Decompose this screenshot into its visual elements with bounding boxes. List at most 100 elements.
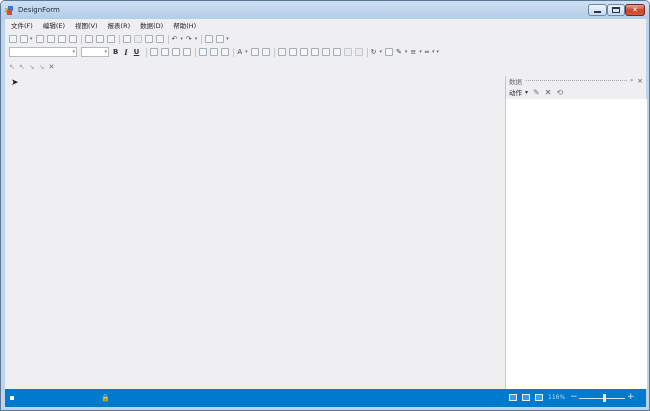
zoom-out-icon[interactable]: − xyxy=(570,392,578,402)
line-style-icon[interactable] xyxy=(385,48,394,56)
rotate-icon[interactable]: ↻ xyxy=(371,48,377,56)
minimize-icon xyxy=(594,11,601,13)
font-color-icon[interactable]: A xyxy=(237,48,242,56)
align-rights-icon[interactable] xyxy=(310,48,319,56)
maximize-icon xyxy=(612,7,620,13)
align-right-icon[interactable] xyxy=(172,48,181,56)
dash-dropdown-icon[interactable]: ▾ xyxy=(432,49,435,55)
font-color-dropdown-icon[interactable]: ▾ xyxy=(245,49,248,55)
same-size-icon[interactable] xyxy=(332,48,341,56)
spacing-icon[interactable] xyxy=(343,48,352,56)
chevron-down-icon: ▾ xyxy=(104,49,107,55)
valign-top-icon[interactable] xyxy=(199,48,208,56)
size-to-grid-icon[interactable] xyxy=(321,48,330,56)
menu-edit[interactable]: 编辑(E) xyxy=(43,20,65,30)
format-painter-icon[interactable] xyxy=(155,35,164,43)
export-icon[interactable] xyxy=(106,35,115,43)
align-to-grid-icon[interactable] xyxy=(277,48,286,56)
cursor-pointer-icon: ➤ xyxy=(11,78,19,88)
grid-icon[interactable] xyxy=(216,35,225,43)
cut-icon[interactable] xyxy=(122,35,131,43)
toolbar-separator xyxy=(366,47,368,57)
action-menu-button[interactable]: 动作 xyxy=(509,87,522,97)
font-size-combo[interactable]: ▾ xyxy=(81,47,109,57)
pin-icon[interactable]: ᵖ xyxy=(631,78,634,85)
line-width-dropdown-icon[interactable]: ▾ xyxy=(419,49,422,55)
refresh-icon[interactable]: ⟲ xyxy=(556,88,563,97)
page-view-icon[interactable] xyxy=(509,394,517,401)
formatting-toolbar: ▾ ▾ B I U A ▾ ↻ ▾ ✎ ▾ ≡ ▾ ═ ▾ ▾ xyxy=(9,46,442,58)
data-panel-body[interactable] xyxy=(506,99,647,389)
copy-icon[interactable] xyxy=(84,35,93,43)
copy-format-icon[interactable] xyxy=(133,35,142,43)
toolbar-separator xyxy=(201,34,203,44)
align-centers-icon[interactable] xyxy=(299,48,308,56)
maximize-button[interactable] xyxy=(607,4,625,16)
bold-button[interactable]: B xyxy=(113,48,118,56)
paste-icon[interactable] xyxy=(144,35,153,43)
open-icon[interactable] xyxy=(20,35,28,43)
layout-view-icon[interactable] xyxy=(522,394,530,401)
preview-view-icon[interactable] xyxy=(535,394,543,401)
line-tool-icon[interactable]: ↘ xyxy=(39,63,45,71)
new-icon[interactable] xyxy=(9,35,17,43)
data-panel-header[interactable]: 数据 ᵖ × xyxy=(506,76,647,86)
title-bar[interactable]: DesignForm ✕ xyxy=(1,1,649,19)
pen-icon[interactable]: ✎ xyxy=(396,48,402,56)
page-setup-icon[interactable] xyxy=(68,35,77,43)
rotate-dropdown-icon[interactable]: ▾ xyxy=(380,49,383,55)
action-dropdown-icon[interactable]: ▾ xyxy=(525,89,528,96)
align-lefts-icon[interactable] xyxy=(288,48,297,56)
menu-report[interactable]: 报表(R) xyxy=(108,20,131,30)
panel-close-icon[interactable]: × xyxy=(637,77,643,85)
open-dropdown-icon[interactable]: ▾ xyxy=(30,36,33,42)
italic-button[interactable]: I xyxy=(124,48,127,57)
underline-button[interactable]: U xyxy=(134,48,140,56)
delete-tool-icon[interactable]: ✕ xyxy=(49,63,55,71)
save-icon[interactable] xyxy=(35,35,44,43)
connector-tool-icon[interactable]: ↘ xyxy=(29,63,35,71)
edit-icon[interactable]: ✎ xyxy=(533,88,540,97)
align-justify-icon[interactable] xyxy=(183,48,192,56)
zoom-in-icon[interactable]: + xyxy=(627,392,635,402)
undo-icon[interactable]: ↶ xyxy=(172,35,178,43)
close-button[interactable]: ✕ xyxy=(625,4,645,16)
chevron-down-icon: ▾ xyxy=(72,49,75,55)
line-width-icon[interactable]: ≡ xyxy=(410,48,416,56)
print-preview-icon[interactable] xyxy=(57,35,66,43)
align-center-icon[interactable] xyxy=(161,48,170,56)
menu-file[interactable]: 文件(F) xyxy=(11,20,33,30)
pen-dropdown-icon[interactable]: ▾ xyxy=(405,49,408,55)
zoom-slider-thumb[interactable] xyxy=(602,394,606,402)
design-canvas[interactable] xyxy=(5,81,505,389)
redo-dropdown-icon[interactable]: ▾ xyxy=(195,36,198,42)
status-bar: 🔒 116% − + xyxy=(5,389,646,407)
zoom-level: 116% xyxy=(548,394,566,401)
order-icon[interactable] xyxy=(354,48,363,56)
window-title: DesignForm xyxy=(18,6,60,14)
dash-style-icon[interactable]: ═ xyxy=(425,48,429,56)
app-icon xyxy=(5,6,13,15)
undo-dropdown-icon[interactable]: ▾ xyxy=(180,36,183,42)
menu-view[interactable]: 视图(V) xyxy=(75,20,98,30)
delete-icon[interactable]: ✕ xyxy=(545,88,552,97)
redo-icon[interactable]: ↷ xyxy=(186,35,192,43)
minimize-button[interactable] xyxy=(588,4,607,16)
paste-special-icon[interactable] xyxy=(95,35,104,43)
field-list-icon[interactable] xyxy=(205,35,214,43)
border-icon[interactable] xyxy=(250,48,259,56)
toolbar-overflow-icon[interactable]: ▾ xyxy=(437,49,440,55)
pointer-tool-icon[interactable]: ↖ xyxy=(9,63,15,71)
fill-icon[interactable] xyxy=(261,48,270,56)
panel-grip[interactable] xyxy=(526,80,627,82)
menu-data[interactable]: 数据(D) xyxy=(140,20,163,30)
menu-help[interactable]: 帮助(H) xyxy=(173,20,196,30)
status-indicator-icon xyxy=(10,396,14,400)
arrow-tool-icon[interactable]: ↖ xyxy=(19,63,25,71)
save-all-icon[interactable] xyxy=(46,35,55,43)
align-left-icon[interactable] xyxy=(150,48,159,56)
valign-middle-icon[interactable] xyxy=(210,48,219,56)
valign-bottom-icon[interactable] xyxy=(221,48,230,56)
toolbar-overflow-icon[interactable]: ▾ xyxy=(226,36,229,42)
font-name-combo[interactable]: ▾ xyxy=(9,47,77,57)
